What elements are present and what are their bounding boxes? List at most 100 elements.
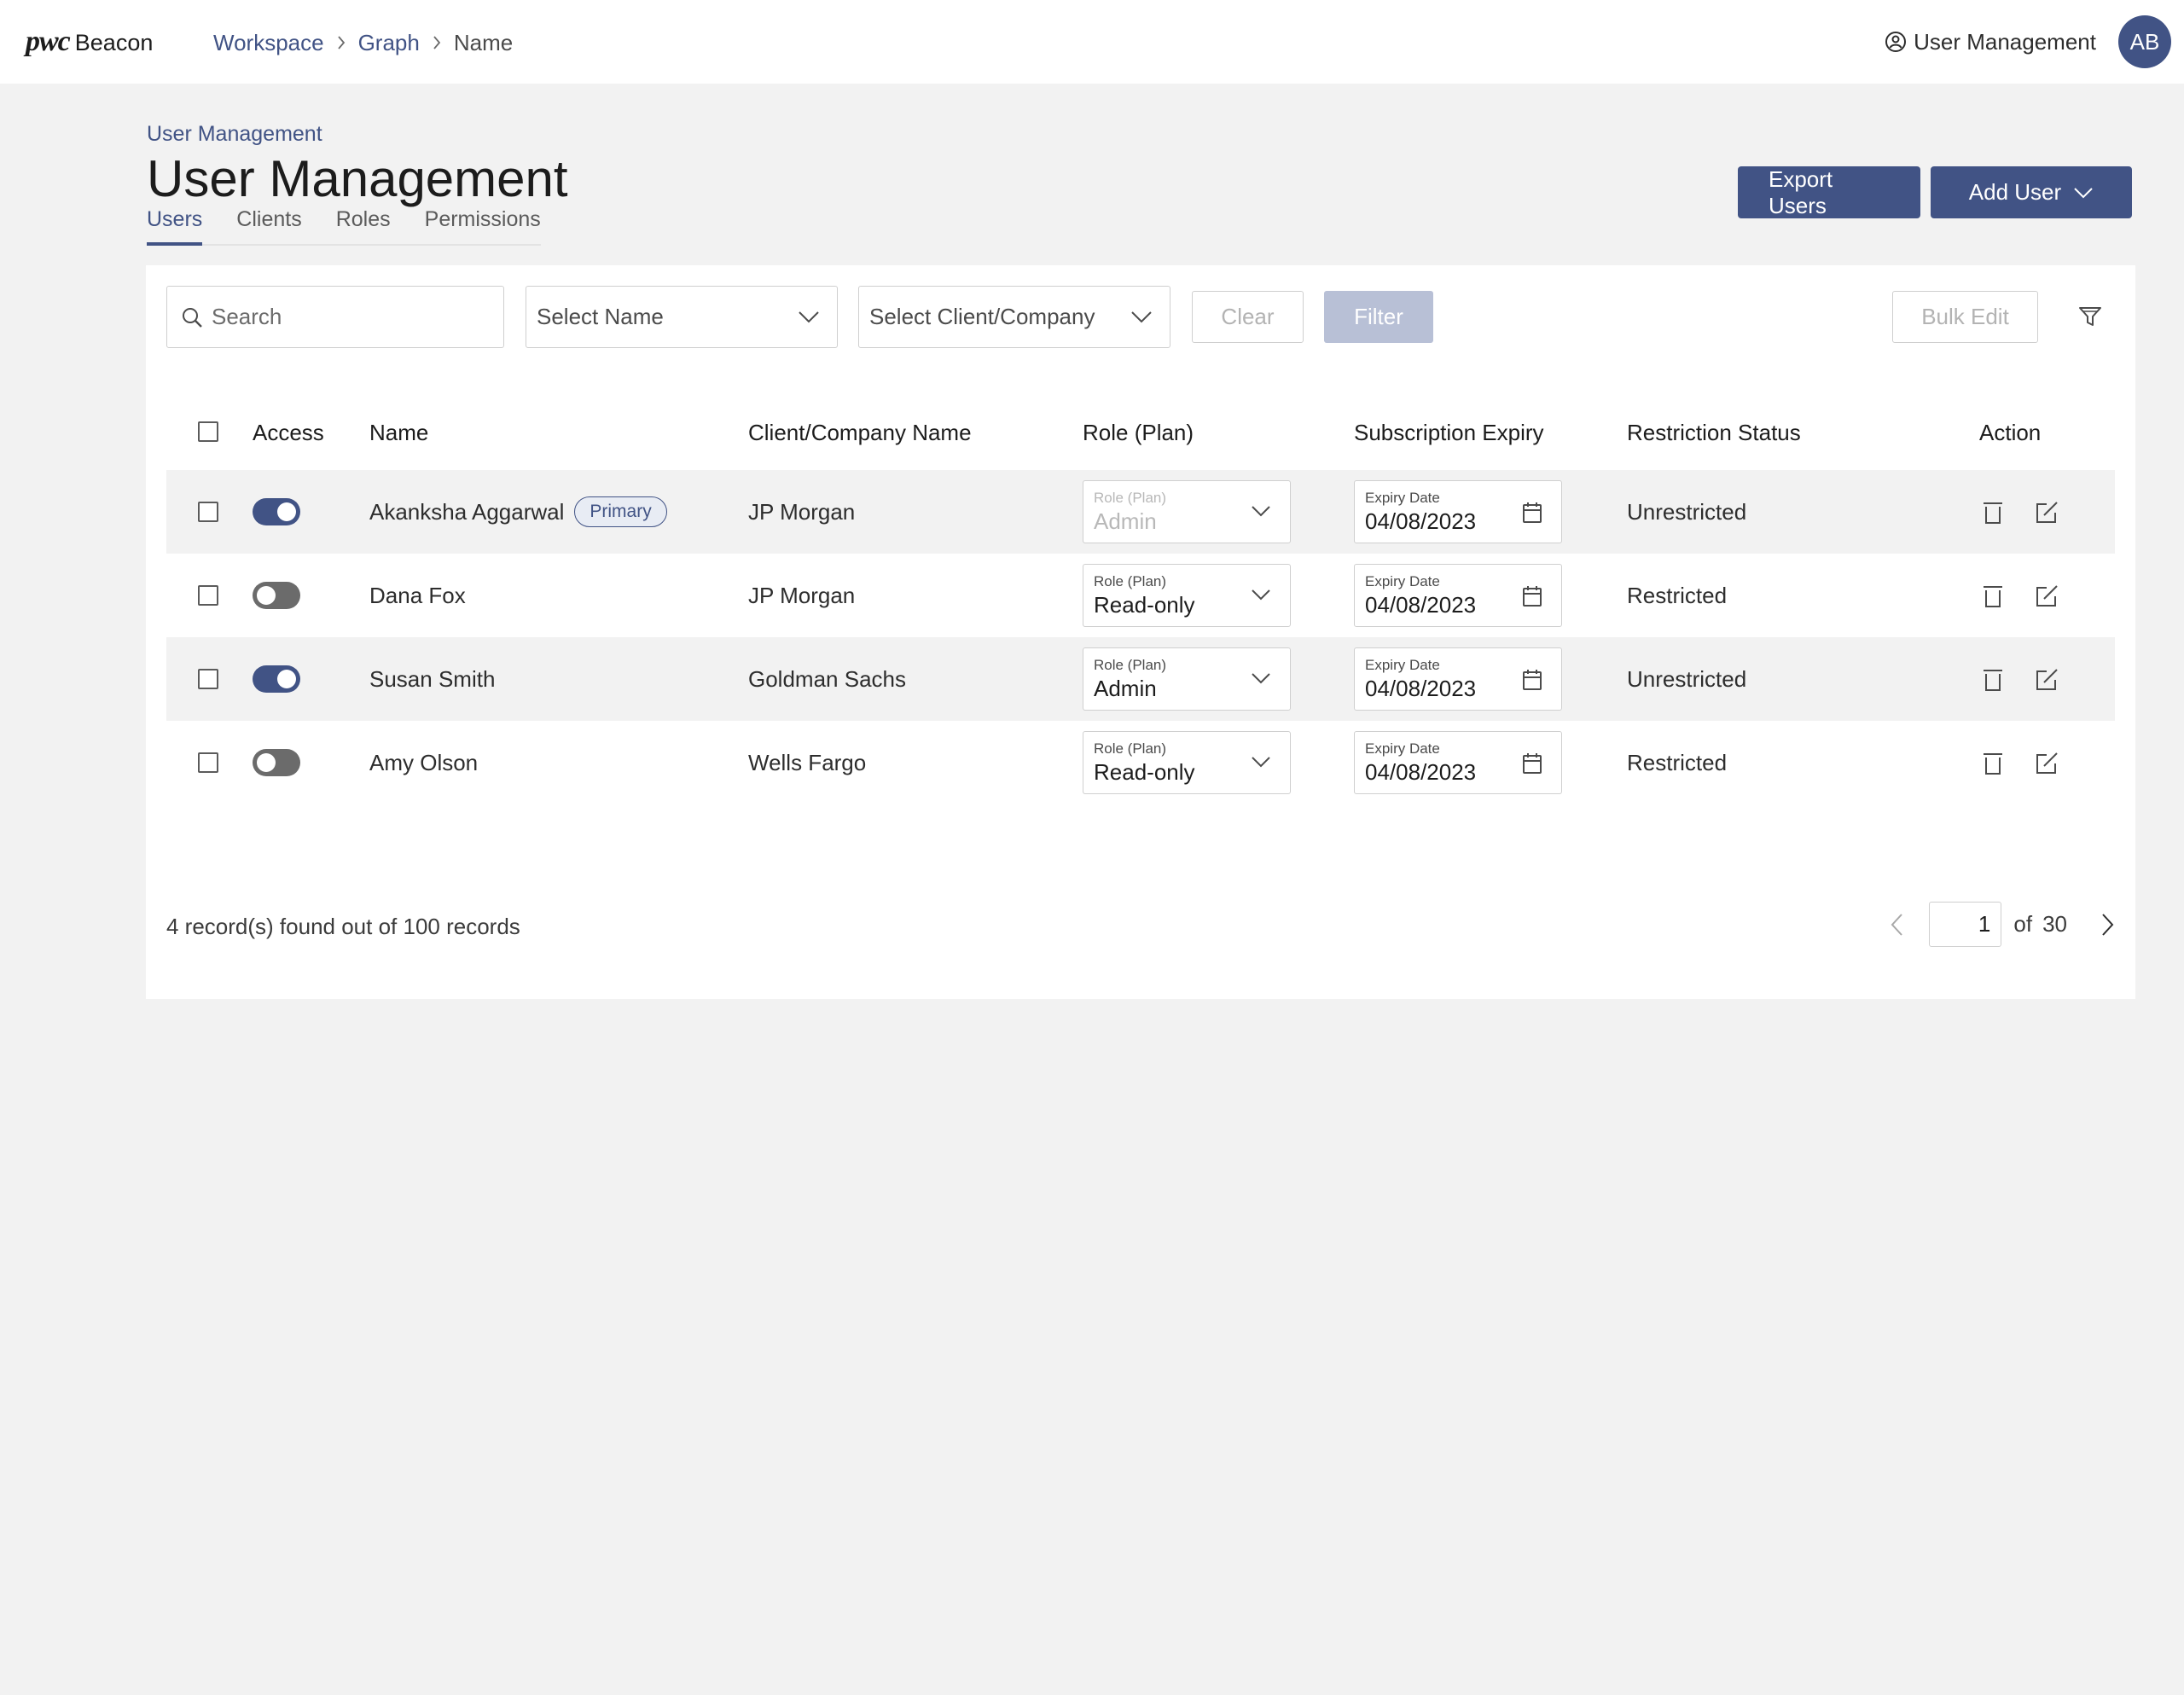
add-user-button[interactable]: Add User bbox=[1931, 166, 2132, 218]
filter-button[interactable]: Filter bbox=[1324, 291, 1433, 343]
chevron-down-icon bbox=[1251, 756, 1271, 768]
access-toggle[interactable] bbox=[253, 637, 300, 721]
row-checkbox[interactable] bbox=[198, 637, 218, 721]
expiry-field-label: Expiry Date bbox=[1365, 490, 1440, 506]
tab-users[interactable]: Users bbox=[147, 207, 203, 246]
user-management-label: User Management bbox=[1914, 28, 2096, 55]
user-management-link[interactable]: User Management bbox=[1885, 29, 2096, 55]
chevron-down-icon bbox=[1251, 589, 1271, 601]
search-icon bbox=[181, 306, 203, 328]
select-name-label: Select Name bbox=[537, 304, 664, 329]
expiry-field-label: Expiry Date bbox=[1365, 740, 1440, 757]
column-expiry: Subscription Expiry bbox=[1354, 420, 1544, 445]
table-header: Access Name Client/Company Name Role (Pl… bbox=[166, 398, 2115, 470]
row-checkbox[interactable] bbox=[198, 470, 218, 554]
page-breadcrumb[interactable]: User Management bbox=[147, 122, 568, 147]
role-select[interactable]: Role (Plan) Read-only bbox=[1083, 731, 1291, 794]
tab-permissions[interactable]: Permissions bbox=[425, 207, 541, 244]
breadcrumb-graph[interactable]: Graph bbox=[358, 30, 420, 56]
select-client-dropdown[interactable]: Select Client/Company bbox=[858, 286, 1170, 348]
role-value: Admin bbox=[1094, 508, 1157, 534]
chevron-down-icon bbox=[1130, 311, 1153, 323]
delete-icon[interactable] bbox=[1983, 501, 2003, 525]
expiry-date-field[interactable]: Expiry Date 04/08/2023 bbox=[1354, 731, 1562, 794]
user-name: Dana Fox bbox=[369, 582, 466, 608]
search-placeholder: Search bbox=[212, 304, 282, 329]
edit-icon[interactable] bbox=[2035, 668, 2059, 692]
bulk-edit-button[interactable]: Bulk Edit bbox=[1892, 291, 2038, 343]
delete-icon[interactable] bbox=[1983, 752, 2003, 775]
expiry-date-field[interactable]: Expiry Date 04/08/2023 bbox=[1354, 647, 1562, 711]
total-pages: 30 bbox=[2042, 911, 2067, 937]
chevron-left-icon[interactable] bbox=[1890, 913, 1903, 937]
bulk-edit-label: Bulk Edit bbox=[1921, 304, 2009, 329]
tab-roles[interactable]: Roles bbox=[336, 207, 391, 244]
restriction-status: Unrestricted bbox=[1627, 665, 1747, 692]
filter-icon[interactable] bbox=[2078, 305, 2102, 328]
chevron-down-icon bbox=[798, 311, 820, 323]
page-title: User Management bbox=[147, 150, 568, 207]
delete-icon[interactable] bbox=[1983, 584, 2003, 608]
row-checkbox[interactable] bbox=[198, 554, 218, 637]
role-field-label: Role (Plan) bbox=[1094, 740, 1167, 757]
select-all-checkbox[interactable] bbox=[198, 421, 218, 442]
calendar-icon[interactable] bbox=[1522, 669, 1542, 691]
page-of-label: of bbox=[2013, 911, 2033, 937]
breadcrumb-workspace[interactable]: Workspace bbox=[213, 30, 324, 56]
column-restriction-status: Restriction Status bbox=[1627, 420, 1801, 445]
add-user-label: Add User bbox=[1968, 179, 2062, 205]
restriction-status: Unrestricted bbox=[1627, 498, 1747, 525]
calendar-icon[interactable] bbox=[1522, 585, 1542, 607]
avatar[interactable]: AB bbox=[2118, 15, 2171, 68]
user-name: Susan Smith bbox=[369, 665, 496, 692]
name-cell: Dana Fox bbox=[369, 554, 466, 637]
expiry-date-field[interactable]: Expiry Date 04/08/2023 bbox=[1354, 564, 1562, 627]
tab-clients[interactable]: Clients bbox=[236, 207, 301, 244]
top-right-area: User Management AB bbox=[1885, 15, 2171, 69]
delete-icon[interactable] bbox=[1983, 668, 2003, 692]
clear-button[interactable]: Clear bbox=[1192, 291, 1304, 343]
table-row: Dana Fox JP Morgan Role (Plan) Read-only… bbox=[166, 554, 2115, 637]
access-toggle[interactable] bbox=[253, 470, 300, 554]
chevron-down-icon bbox=[1251, 505, 1271, 517]
role-field-label: Role (Plan) bbox=[1094, 490, 1167, 506]
select-name-dropdown[interactable]: Select Name bbox=[526, 286, 838, 348]
filter-bar: Search Select Name Select Client/Company… bbox=[166, 286, 2115, 348]
top-bar: pwc Beacon Workspace Graph Name User Man… bbox=[0, 0, 2184, 84]
calendar-icon[interactable] bbox=[1522, 752, 1542, 775]
expiry-field-label: Expiry Date bbox=[1365, 657, 1440, 673]
access-toggle[interactable] bbox=[253, 554, 300, 637]
column-name: Name bbox=[369, 420, 429, 445]
chevron-right-icon[interactable] bbox=[2101, 913, 2115, 937]
expiry-date-field[interactable]: Expiry Date 04/08/2023 bbox=[1354, 480, 1562, 543]
breadcrumb: Workspace Graph Name bbox=[213, 26, 513, 60]
calendar-icon[interactable] bbox=[1522, 502, 1542, 524]
role-value: Read-only bbox=[1094, 759, 1195, 785]
expiry-value: 04/08/2023 bbox=[1365, 508, 1477, 534]
row-checkbox[interactable] bbox=[198, 721, 218, 804]
expiry-value: 04/08/2023 bbox=[1365, 592, 1477, 618]
name-cell: Susan Smith bbox=[369, 637, 495, 721]
edit-icon[interactable] bbox=[2035, 501, 2059, 525]
search-input[interactable]: Search bbox=[166, 286, 504, 348]
export-users-button[interactable]: Export Users bbox=[1738, 166, 1920, 218]
expiry-value: 04/08/2023 bbox=[1365, 676, 1477, 701]
chevron-down-icon bbox=[1251, 672, 1271, 684]
company-cell: JP Morgan bbox=[748, 498, 856, 525]
user-name: Amy Olson bbox=[369, 749, 479, 775]
role-select[interactable]: Role (Plan) Admin bbox=[1083, 480, 1291, 543]
edit-icon[interactable] bbox=[2035, 584, 2059, 608]
primary-badge: Primary bbox=[574, 496, 667, 527]
restriction-status: Restricted bbox=[1627, 749, 1728, 775]
role-select[interactable]: Role (Plan) Admin bbox=[1083, 647, 1291, 711]
role-select[interactable]: Role (Plan) Read-only bbox=[1083, 564, 1291, 627]
brand-logo[interactable]: pwc Beacon bbox=[26, 26, 153, 60]
page-number-input[interactable]: 1 bbox=[1929, 902, 2002, 947]
name-cell: Amy Olson bbox=[369, 721, 478, 804]
user-name: Akanksha Aggarwal bbox=[369, 498, 565, 525]
access-toggle[interactable] bbox=[253, 721, 300, 804]
company-cell: Goldman Sachs bbox=[748, 665, 906, 692]
pagination: 1 of 30 bbox=[1890, 902, 2115, 947]
edit-icon[interactable] bbox=[2035, 752, 2059, 775]
header-actions: Export Users Add User bbox=[1728, 166, 2132, 218]
